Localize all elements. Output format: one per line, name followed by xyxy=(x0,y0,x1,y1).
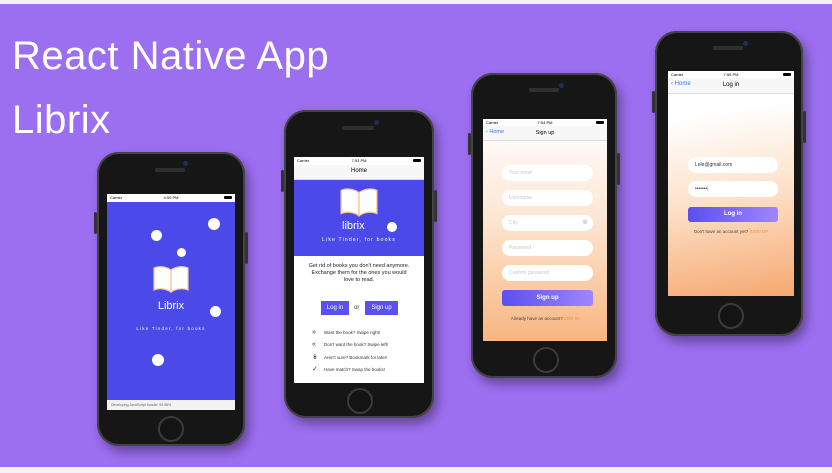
nav-title: Log in xyxy=(722,82,740,88)
tip-text: Don't want the book? Swipe left! xyxy=(324,342,389,347)
tip-item: » Want the book? Swipe right! xyxy=(312,329,422,341)
signup-submit-button[interactable]: Sign up xyxy=(502,290,593,306)
status-time: 7:53 PM xyxy=(351,158,367,163)
phone-login: Carrier 7:55 PM ‹ Home Log in Lele@gmail… xyxy=(652,31,806,336)
or-label: or xyxy=(354,305,360,311)
phone-splash: Carrier 4:59 PM Librix Like Tinder, for … xyxy=(94,152,248,446)
front-camera xyxy=(559,83,564,88)
bubble-icon xyxy=(177,248,186,257)
status-time: 7:54 PM xyxy=(537,120,553,125)
earpiece xyxy=(713,46,743,50)
home-signup-button[interactable]: Sign up xyxy=(365,301,398,315)
home-login-button[interactable]: Log in xyxy=(321,301,349,315)
tip-text: Want the book? Swipe right! xyxy=(324,330,381,335)
top-strip xyxy=(0,0,832,4)
tip-text: Aren't sure? Bookmark for later! xyxy=(324,355,388,360)
bubble-icon xyxy=(152,354,164,366)
city-field[interactable]: City ⊗ xyxy=(502,215,593,231)
login-screen: Carrier 7:55 PM ‹ Home Log in Lele@gmail… xyxy=(668,71,794,296)
tip-item: « Don't want the book? Swipe left! xyxy=(312,341,422,353)
front-camera xyxy=(374,120,379,125)
nav-bar: Home xyxy=(294,165,424,180)
swipe-right-icon: » xyxy=(312,329,316,336)
tip-item: ✓ Have match? Swap the books! xyxy=(312,365,422,377)
bubble-icon xyxy=(208,218,220,230)
headline-line-1: React Native App xyxy=(12,34,330,78)
nav-title: Home xyxy=(350,168,367,174)
location-icon[interactable]: ⊗ xyxy=(582,215,588,231)
tip-item: ↡ Aren't sure? Bookmark for later! xyxy=(312,353,422,365)
home-button[interactable] xyxy=(347,388,373,414)
password-field[interactable]: Password xyxy=(502,240,593,256)
nav-title: Sign up xyxy=(535,130,555,136)
status-time: 7:55 PM xyxy=(723,72,739,77)
status-bar: Carrier 4:59 PM xyxy=(107,194,235,202)
city-placeholder: City xyxy=(509,220,518,226)
bottom-strip xyxy=(0,467,832,473)
username-field[interactable]: Username xyxy=(502,190,593,206)
book-logo-icon xyxy=(340,188,378,217)
home-tagline: Like Tinder, for books xyxy=(322,237,396,243)
home-button[interactable] xyxy=(718,303,744,329)
bundle-progress-bar: Developing JavaScript bundle: 99.98% xyxy=(107,400,235,410)
home-hero: librix Like Tinder, for books xyxy=(294,180,424,256)
home-description: Get rid of books you don't need anymore.… xyxy=(308,263,410,283)
home-button[interactable] xyxy=(158,416,184,442)
bubble-icon xyxy=(151,230,162,241)
signup-footer: Already have an account? LOG IN xyxy=(483,316,607,321)
battery-icon xyxy=(413,159,421,162)
earpiece xyxy=(155,168,185,172)
front-camera xyxy=(743,41,748,46)
login-link[interactable]: LOG IN xyxy=(564,316,579,321)
bubble-icon xyxy=(387,222,397,232)
phone-signup: Carrier 7:54 PM ‹ Home Sign up Your emai… xyxy=(468,73,620,378)
home-logo-text: librix xyxy=(342,220,365,232)
tip-text: Have match? Swap the books! xyxy=(324,367,386,372)
nav-bar: ‹ Home Log in xyxy=(668,78,794,94)
login-footer: Don't have an account yet? SIGN UP xyxy=(668,229,794,234)
battery-icon xyxy=(596,121,604,124)
front-camera xyxy=(183,161,188,166)
phone-home: Carrier 7:53 PM Home librix Like Tinder,… xyxy=(281,110,437,418)
home-button[interactable] xyxy=(533,347,559,373)
login-footer-text: Don't have an account yet? xyxy=(693,229,749,234)
password-mask: ••••••• xyxy=(695,186,708,192)
login-submit-button[interactable]: Log in xyxy=(688,207,778,222)
status-time: 4:59 PM xyxy=(163,195,179,200)
splash-tagline: Like Tinder, for books xyxy=(136,326,206,331)
earpiece xyxy=(342,126,374,130)
home-screen: Carrier 7:53 PM Home librix Like Tinder,… xyxy=(294,157,424,383)
confirm-password-field[interactable]: Confirm password xyxy=(502,265,593,281)
earpiece xyxy=(529,88,559,92)
status-bar: Carrier 7:53 PM xyxy=(294,157,424,165)
signup-link[interactable]: SIGN UP xyxy=(750,229,769,234)
signup-screen: Carrier 7:54 PM ‹ Home Sign up Your emai… xyxy=(483,119,607,341)
book-logo-icon xyxy=(153,266,189,294)
nav-bar: ‹ Home Sign up xyxy=(483,126,607,141)
email-field[interactable]: Your email xyxy=(502,165,593,181)
headline-line-2: Librix xyxy=(12,98,111,142)
battery-icon xyxy=(224,196,232,199)
login-email-field[interactable]: Lele@gmail.com xyxy=(688,157,778,173)
login-password-field[interactable]: •••••••| xyxy=(688,181,778,197)
tips-list: » Want the book? Swipe right! « Don't want… xyxy=(312,329,422,377)
splash-app-name: Librix xyxy=(157,300,185,312)
battery-icon xyxy=(783,73,791,76)
bookmark-down-icon: ↡ xyxy=(312,354,318,361)
text-cursor: | xyxy=(707,186,709,192)
splash-screen: Carrier 4:59 PM Librix Like Tinder, for … xyxy=(107,194,235,410)
check-circle-icon: ✓ xyxy=(312,366,318,373)
swipe-left-icon: « xyxy=(312,341,316,348)
signup-footer-text: Already have an account? xyxy=(510,316,563,321)
